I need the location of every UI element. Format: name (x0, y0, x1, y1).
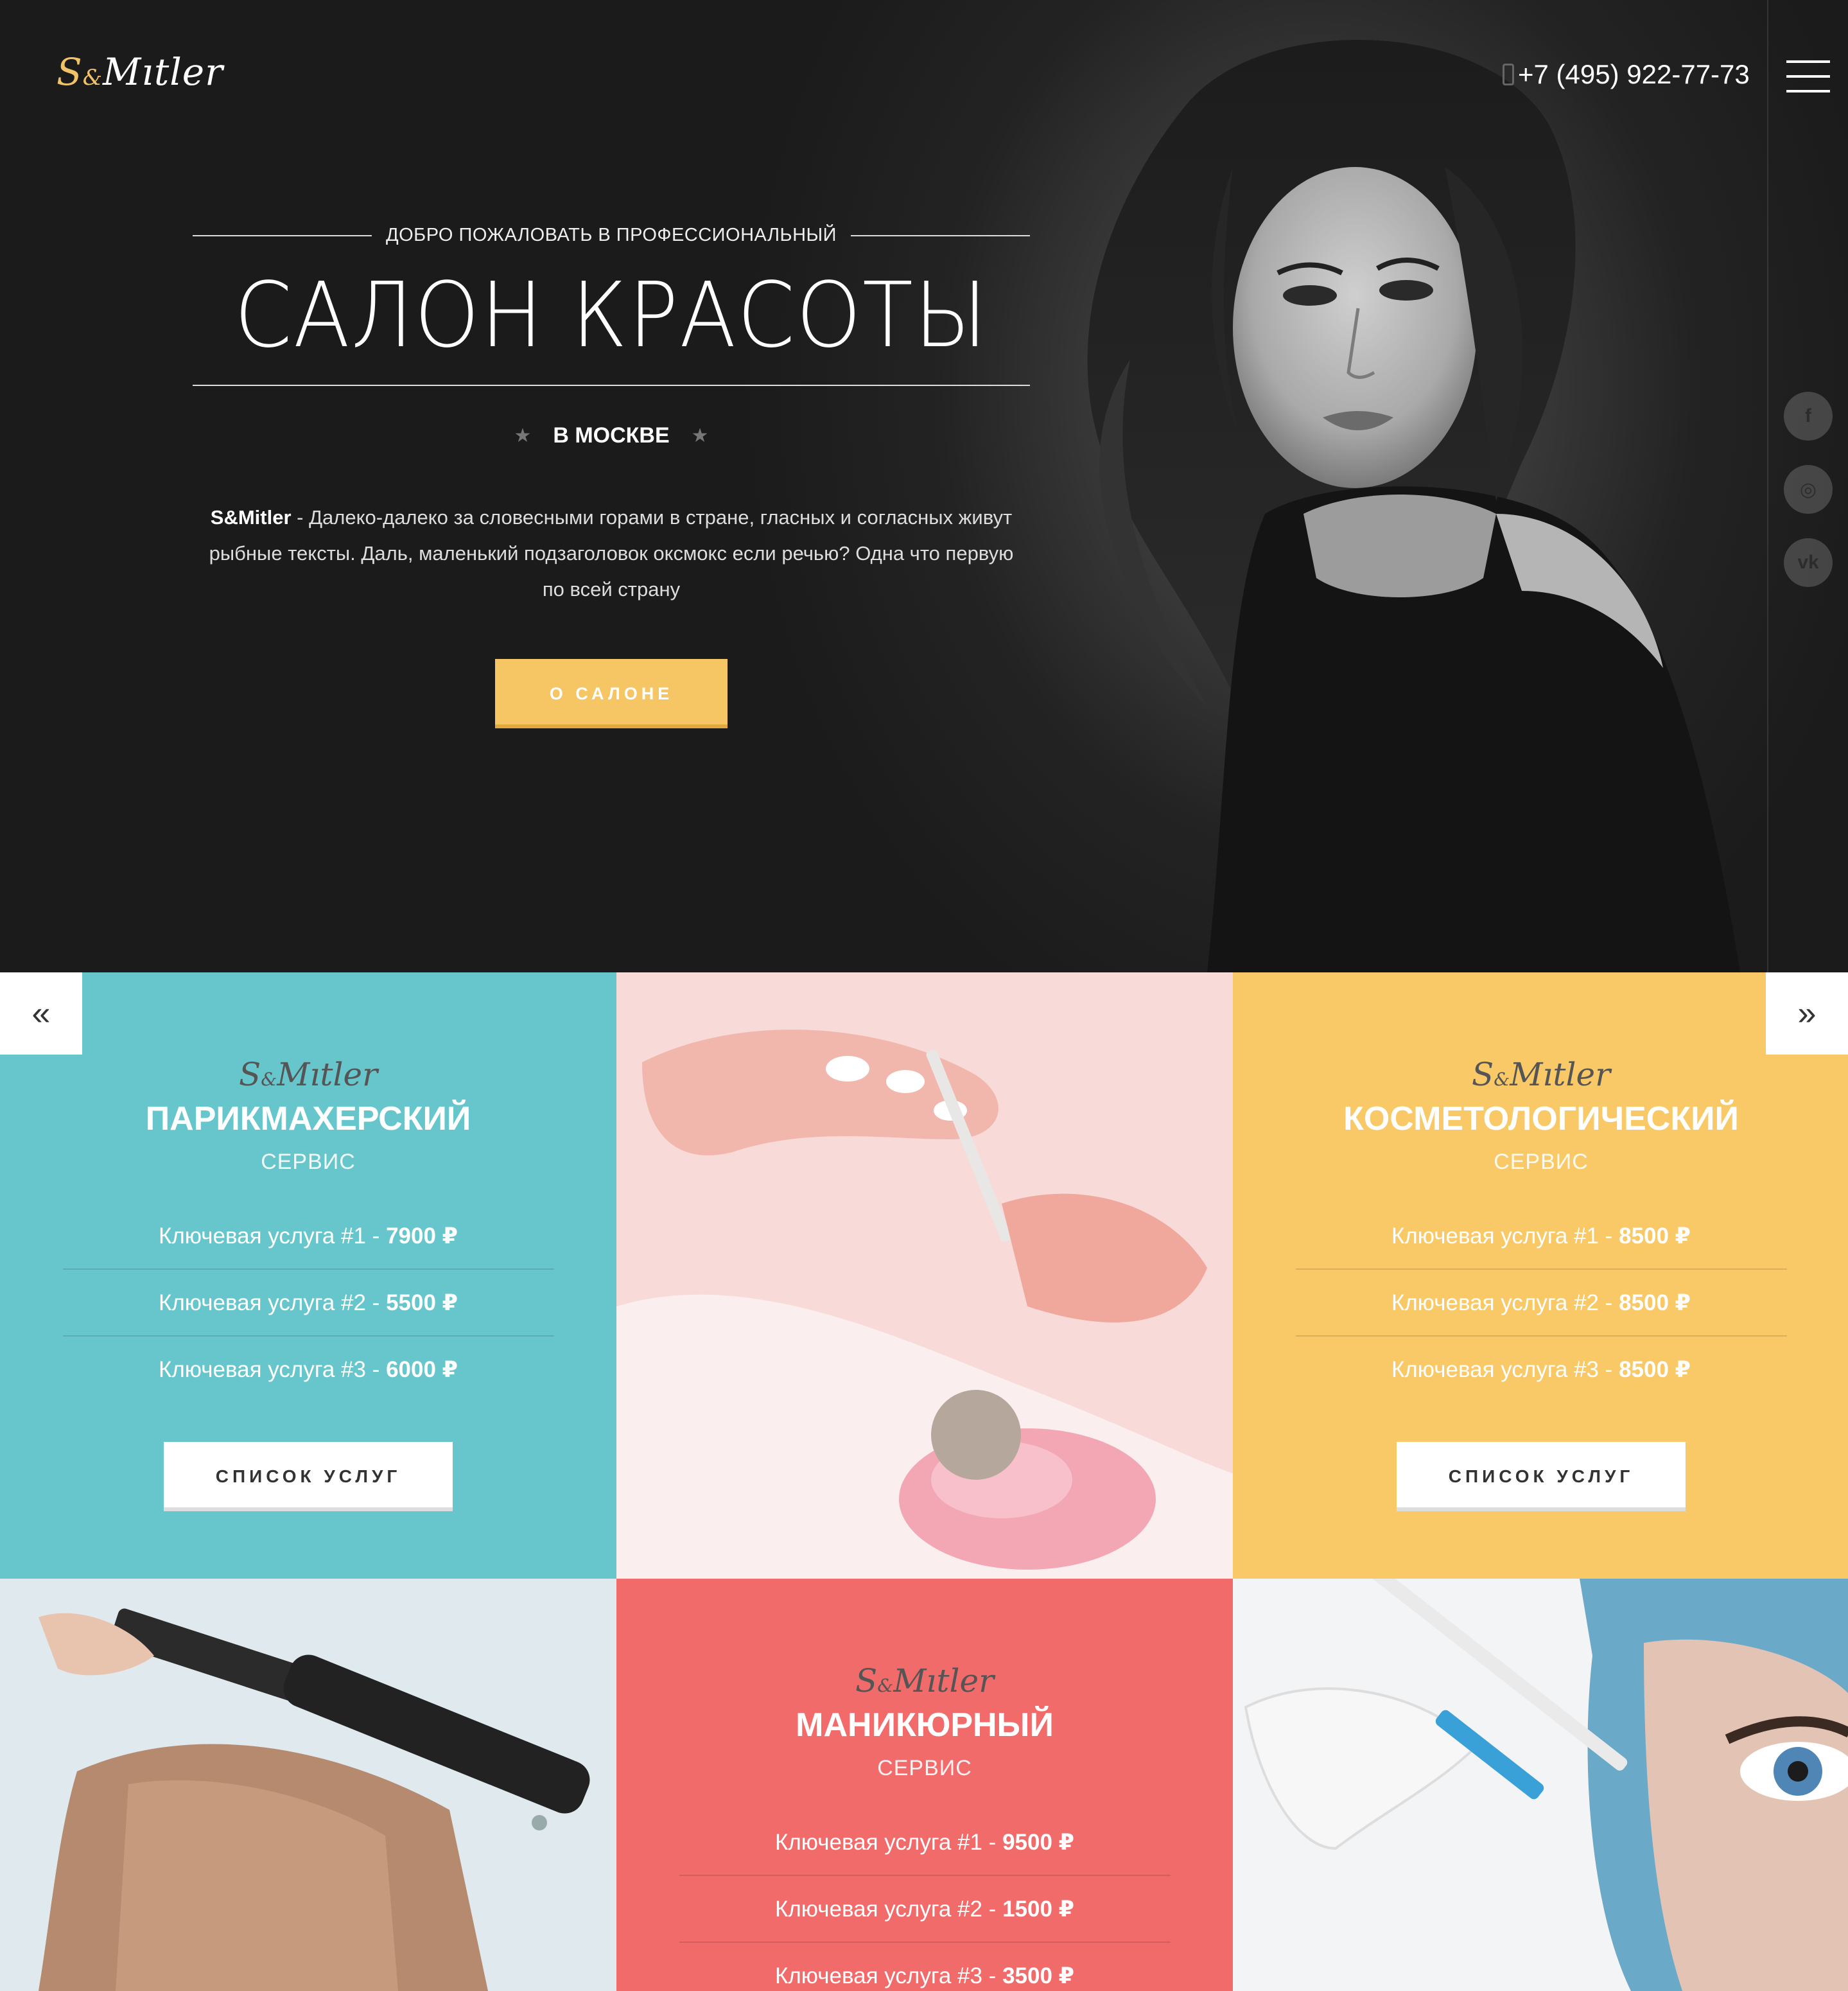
service-subtitle: СЕРВИС (877, 1756, 972, 1780)
manicure-service-card: S&Mıtler МАНИКЮРНЫЙ СЕРВИС Ключевая услу… (616, 1579, 1233, 1991)
hero-content: ДОБРО ПОЖАЛОВАТЬ В ПРОФЕССИОНАЛЬНЫЙ САЛО… (193, 225, 1031, 728)
service-item: Ключевая услуга #1 - 7900 ₽ (62, 1203, 554, 1270)
hero-portrait-image (1087, 40, 1740, 972)
service-item: Ключевая услуга #3 - 3500 ₽ (774, 1963, 1075, 1988)
welcome-row: ДОБРО ПОЖАЛОВАТЬ В ПРОФЕССИОНАЛЬНЫЙ (193, 225, 1031, 246)
service-list: Ключевая услуга #1 - 7900 ₽ Ключевая усл… (62, 1203, 554, 1403)
divider (851, 234, 1031, 236)
service-title: КОСМЕТОЛОГИЧЕСКИЙ (1343, 1100, 1739, 1137)
star-icon: ★ (514, 425, 532, 446)
service-item: Ключевая услуга #2 - 1500 ₽ (679, 1876, 1171, 1943)
service-list: Ключевая услуга #1 - 9500 ₽ Ключевая усл… (679, 1809, 1171, 1991)
manicure-image (616, 972, 1233, 1579)
city-row: ★ В МОСКВЕ ★ (193, 423, 1030, 448)
service-item: Ключевая услуга #3 - 8500 ₽ (1391, 1357, 1691, 1382)
hero-city: В МОСКВЕ (553, 423, 670, 448)
star-icon: ★ (691, 425, 709, 446)
service-list: Ключевая услуга #1 - 8500 ₽ Ключевая усл… (1295, 1203, 1787, 1403)
about-salon-button[interactable]: О САЛОНЕ (495, 659, 728, 728)
divider (193, 385, 1030, 386)
logo-text: Mıtler (103, 50, 223, 94)
site-logo[interactable]: S&Mıtler (57, 50, 223, 94)
manicure-photo (616, 972, 1233, 1579)
instagram-icon[interactable]: ◎ (1784, 465, 1833, 514)
service-logo: S&Mıtler (855, 1662, 994, 1699)
service-item: Ключевая услуга #2 - 8500 ₽ (1295, 1270, 1787, 1337)
service-item: Ключевая услуга #2 - 5500 ₽ (62, 1270, 554, 1337)
services-grid: S&Mıtler ПАРИКМАХЕРСКИЙ СЕРВИС Ключевая … (0, 972, 1848, 1991)
service-item: Ключевая услуга #1 - 9500 ₽ (679, 1809, 1171, 1876)
hero-description-text: - Далеко-далеко за словесными горами в с… (209, 506, 1014, 601)
service-subtitle: СЕРВИС (1494, 1150, 1589, 1174)
hero-description: S&Mitler - Далеко-далеко за словесными г… (197, 500, 1025, 608)
carousel-prev-button[interactable]: « (0, 972, 82, 1055)
logo-s: S (57, 50, 83, 94)
phone-number: +7 (495) 922-77-73 (1518, 59, 1750, 89)
hair-styling-image (0, 1579, 616, 1991)
hero-welcome-text: ДОБРО ПОЖАЛОВАТЬ В ПРОФЕССИОНАЛЬНЫЙ (385, 225, 837, 245)
service-title: ПАРИКМАХЕРСКИЙ (145, 1100, 471, 1137)
right-rail-divider (1767, 0, 1768, 972)
hairdressing-service-card: S&Mıtler ПАРИКМАХЕРСКИЙ СЕРВИС Ключевая … (0, 972, 616, 1579)
service-subtitle: СЕРВИС (261, 1150, 356, 1174)
phone-link[interactable]: +7 (495) 922-77-73 (1503, 59, 1750, 90)
social-links: f ◎ vk (1784, 392, 1833, 587)
service-list-button[interactable]: СПИСОК УСЛУГ (1397, 1442, 1686, 1511)
vk-icon[interactable]: vk (1784, 538, 1833, 587)
service-logo: S&Mıtler (239, 1056, 378, 1093)
hair-styling-photo (0, 1579, 616, 1991)
carousel-next-button[interactable]: » (1766, 972, 1848, 1055)
cosmetology-photo (1233, 1579, 1848, 1991)
hero-section: S&Mıtler +7 (495) 922-77-73 f ◎ vk ДОБРО… (0, 0, 1848, 972)
service-item: Ключевая услуга #3 - 6000 ₽ (158, 1357, 458, 1382)
hero-title: САЛОН КРАСОТЫ (234, 263, 989, 368)
service-list-button[interactable]: СПИСОК УСЛУГ (164, 1442, 453, 1511)
hero-brand: S&Mitler (210, 506, 292, 529)
divider (193, 234, 372, 236)
service-title: МАНИКЮРНЫЙ (796, 1706, 1054, 1744)
service-logo: S&Mıtler (1472, 1056, 1610, 1093)
mobile-phone-icon (1503, 64, 1514, 85)
logo-amp: & (82, 65, 103, 91)
cosmetology-service-card: S&Mıtler КОСМЕТОЛОГИЧЕСКИЙ СЕРВИС Ключев… (1233, 972, 1848, 1579)
facebook-icon[interactable]: f (1784, 392, 1833, 441)
menu-icon[interactable] (1786, 60, 1830, 92)
cosmetology-image (1233, 1579, 1848, 1991)
service-item: Ключевая услуга #1 - 8500 ₽ (1295, 1203, 1787, 1270)
